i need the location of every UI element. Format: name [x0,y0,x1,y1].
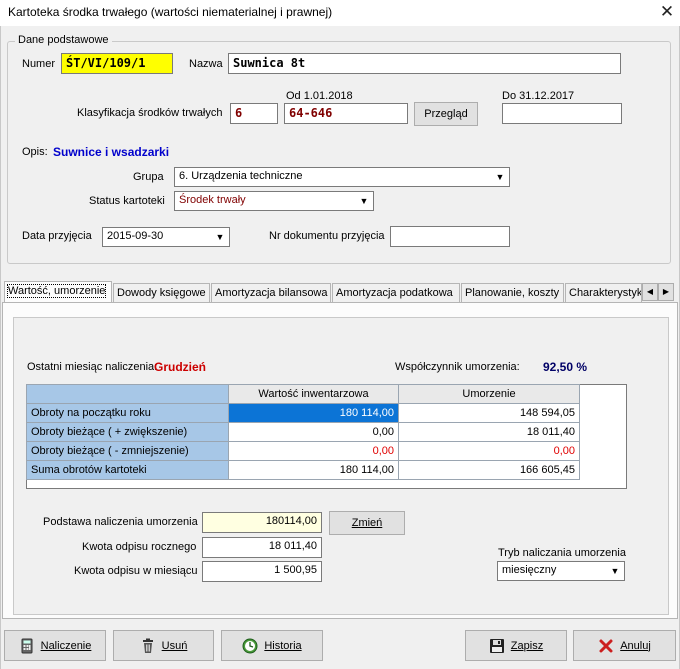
status-label: Status kartoteki [89,195,165,207]
zmien-button[interactable]: Zmień [329,511,405,535]
chevron-down-icon[interactable]: ▼ [212,229,228,245]
tab-strip: Wartość, umorzenie Dowody księgowe Amort… [2,281,678,303]
podstawa-field[interactable]: 180114,00 [202,512,322,533]
klasyfikacja-field-1[interactable]: 6 [230,103,278,124]
podstawa-label: Podstawa naliczenia umorzenia [43,516,198,528]
tab-dowody-ksiegowe[interactable]: Dowody księgowe [113,283,210,303]
zmien-label: Zmień [351,517,383,529]
naliczenie-label: Naliczenie [40,639,92,652]
ostatni-miesiac-value: Grudzień [154,360,207,374]
table-header-row: Wartość inwentarzowa Umorzenie [26,384,580,404]
wartosc-table: Wartość inwentarzowa Umorzenie Obroty na… [26,384,580,480]
do-label: Do 31.12.2017 [502,90,575,102]
tryb-select[interactable]: miesięczny ▼ [497,561,625,581]
anuluj-button[interactable]: Anuluj [573,630,676,661]
tab-amortyzacja-podatkowa[interactable]: Amortyzacja podatkowa [332,283,460,303]
table-cell[interactable]: 148 594,05 [398,403,580,423]
klasyfikacja-field-3[interactable] [502,103,622,124]
history-icon [242,638,258,654]
chevron-down-icon[interactable]: ▼ [356,193,372,209]
column-header: Wartość inwentarzowa [228,384,399,404]
grupa-select[interactable]: 6. Urządzenia techniczne ▼ [174,167,510,187]
miesiac-label: Kwota odpisu w miesiącu [74,565,198,577]
arrow-right-icon[interactable]: ▶ [658,283,674,301]
table-cell[interactable]: 180 114,00 [228,403,399,423]
tab-planowanie-koszty[interactable]: Planowanie, koszty [461,283,564,303]
table-cell[interactable]: 0,00 [228,422,399,442]
tryb-label: Tryb naliczania umorzenia [498,547,626,559]
table-row[interactable]: Suma obrotów kartoteki 180 114,00 166 60… [26,460,580,480]
wspolczynnik-value: 92,50 % [543,360,588,374]
zapisz-button[interactable]: Zapisz [465,630,567,661]
table-cell[interactable]: 180 114,00 [228,460,399,480]
tab-label: Amortyzacja bilansowa [215,287,328,299]
title-bar: Kartoteka środka trwałego (wartości niem… [0,0,680,26]
roczny-field[interactable]: 18 011,40 [202,537,322,558]
close-icon [598,638,614,654]
chevron-down-icon[interactable]: ▼ [607,563,623,579]
usun-button[interactable]: Usuń [113,630,214,661]
tab-wartosc-umorzenie[interactable]: Wartość, umorzenie [4,281,112,303]
data-przyjecia-picker[interactable]: 2015-09-30 ▼ [102,227,230,247]
column-header: Umorzenie [398,384,580,404]
close-icon[interactable]: ✕ [656,1,678,23]
grupa-value: 6. Urządzenia techniczne [179,170,303,182]
row-label: Obroty bieżące ( + zwiększenie) [26,422,229,442]
status-select[interactable]: Środek trwały ▼ [174,191,374,211]
table-row[interactable]: Obroty bieżące ( + zwiększenie) 0,00 18 … [26,422,580,442]
calculator-icon [19,638,35,654]
table-row[interactable]: Obroty bieżące ( - zmniejszenie) 0,00 0,… [26,441,580,461]
od-label: Od 1.01.2018 [286,90,353,102]
table-cell[interactable]: 166 605,45 [398,460,580,480]
tab-label: Charakterystyka [569,287,642,299]
data-przyjecia-label: Data przyjęcia [22,230,92,242]
grupa-label: Grupa [133,171,164,183]
row-label: Obroty bieżące ( - zmniejszenie) [26,441,229,461]
tab-label: Amortyzacja podatkowa [336,287,453,299]
opis-value: Suwnice i wsadzarki [53,145,170,159]
status-value: Środek trwały [179,194,246,206]
naliczenie-button[interactable]: Naliczenie [4,630,106,661]
save-icon [489,638,505,654]
tab-amortyzacja-bilansowa[interactable]: Amortyzacja bilansowa [211,283,331,303]
row-label: Suma obrotów kartoteki [26,460,229,480]
trash-icon [140,638,156,654]
table-cell[interactable]: 0,00 [398,441,580,461]
window-title: Kartoteka środka trwałego (wartości niem… [8,5,333,19]
arrow-left-icon[interactable]: ◀ [642,283,658,301]
tab-charakterystyka[interactable]: Charakterystyka [565,283,642,303]
chevron-down-icon[interactable]: ▼ [492,169,508,185]
tab-label: Planowanie, koszty [465,287,560,299]
przeglad-button[interactable]: Przegląd [414,102,478,126]
table-cell[interactable]: 0,00 [228,441,399,461]
table-row[interactable]: Obroty na początku roku 180 114,00 148 5… [26,403,580,423]
historia-label: Historia [264,639,302,652]
anuluj-label: Anuluj [620,639,651,652]
tryb-value: miesięczny [502,564,557,576]
numer-label: Numer [22,58,56,70]
nr-dokumentu-field[interactable] [390,226,510,247]
dane-podstawowe-legend: Dane podstawowe [15,34,112,46]
roczny-label: Kwota odpisu rocznego [82,541,197,553]
nazwa-field[interactable]: Suwnica 8t [228,53,621,74]
ostatni-miesiac-label: Ostatni miesiąc naliczenia: [27,361,158,373]
opis-label: Opis: [22,146,48,158]
miesiac-field[interactable]: 1 500,95 [202,561,322,582]
tab-label: Dowody księgowe [117,287,206,299]
klasyfikacja-label: Klasyfikacja środków trwałych [77,107,223,119]
nazwa-label: Nazwa [189,58,223,70]
row-label: Obroty na początku roku [26,403,229,423]
numer-field[interactable]: ŚT/VI/109/1 [61,53,173,74]
nr-dokumentu-label: Nr dokumentu przyjęcia [269,230,385,242]
klasyfikacja-field-2[interactable]: 64-646 [284,103,408,124]
wspolczynnik-label: Współczynnik umorzenia: [395,361,520,373]
table-corner [26,384,229,404]
tab-label: Wartość, umorzenie [6,284,107,298]
usun-label: Usuń [161,639,188,652]
historia-button[interactable]: Historia [221,630,323,661]
data-przyjecia-value: 2015-09-30 [107,230,164,242]
zapisz-label: Zapisz [510,639,544,652]
table-cell[interactable]: 18 011,40 [398,422,580,442]
